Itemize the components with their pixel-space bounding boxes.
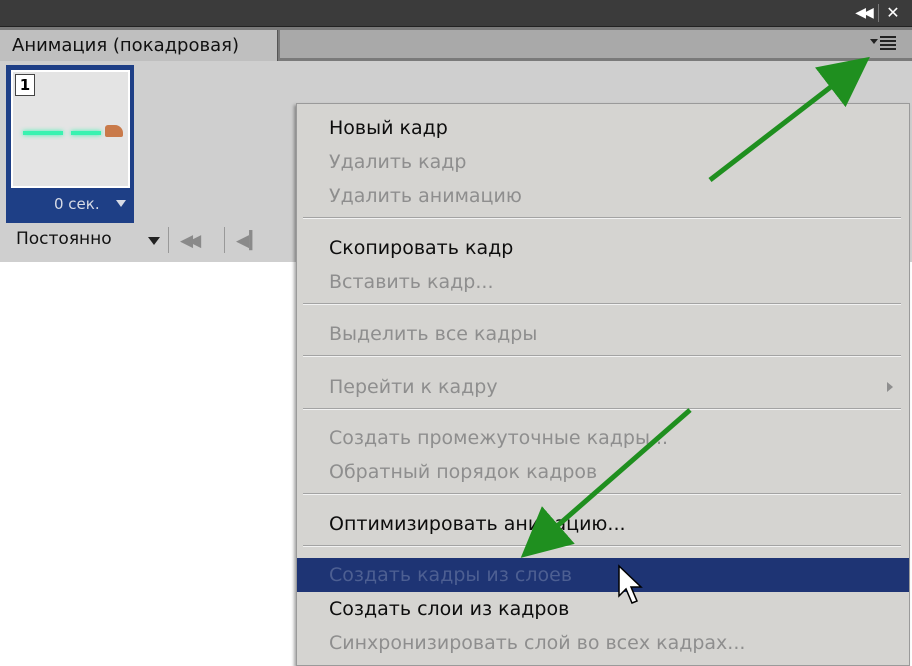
menu-separator <box>303 355 901 357</box>
close-icon[interactable]: ✕ <box>880 3 906 23</box>
chevron-down-icon[interactable] <box>116 200 126 207</box>
panel-context-menu: Новый кадр Удалить кадр Удалить анимацию… <box>296 103 910 666</box>
menu-item-label: Удалить анимацию <box>329 185 522 207</box>
previous-frame-icon[interactable]: ◀▎ <box>236 231 262 251</box>
thumbnail-graphic <box>105 125 123 137</box>
divider <box>224 227 225 253</box>
frame-thumbnail[interactable]: 1 <box>11 70 130 188</box>
menu-item-label: Создать кадры из слоев <box>329 564 573 586</box>
menu-separator <box>303 545 901 547</box>
menu-separator <box>303 493 901 495</box>
menu-item-make-frames-from-layers[interactable]: Создать кадры из слоев <box>297 558 909 592</box>
menu-separator <box>303 217 901 219</box>
menu-item-paste-frame[interactable]: Вставить кадр... <box>297 265 909 299</box>
title-bar-divider <box>878 4 879 22</box>
panel-title-bar: ◀◀ ✕ <box>0 0 912 27</box>
menu-item-new-frame[interactable]: Новый кадр <box>297 111 909 145</box>
menu-item-select-all-frames[interactable]: Выделить все кадры <box>297 317 909 351</box>
menu-item-go-to-frame[interactable]: Перейти к кадру <box>297 370 909 404</box>
menu-item-tween[interactable]: Создать промежуточные кадры... <box>297 421 909 455</box>
menu-item-label: Вставить кадр... <box>329 271 494 293</box>
panel-menu-icon <box>880 36 896 50</box>
panel-tab-row: Анимация (покадровая) <box>0 27 912 61</box>
submenu-arrow-icon <box>887 382 893 392</box>
menu-item-label: Скопировать кадр <box>329 237 514 259</box>
thumbnail-graphic <box>71 131 101 135</box>
tab-label: Анимация (покадровая) <box>12 35 239 56</box>
tab-animation-frames[interactable]: Анимация (покадровая) <box>0 30 278 61</box>
menu-item-optimize-animation[interactable]: Оптимизировать анимацию... <box>297 507 909 541</box>
menu-item-label: Оптимизировать анимацию... <box>329 513 626 535</box>
tab-strip <box>280 30 912 58</box>
thumbnail-graphic <box>23 131 63 135</box>
chevron-down-icon[interactable] <box>148 237 160 245</box>
menu-item-reverse-frames[interactable]: Обратный порядок кадров <box>297 455 909 489</box>
menu-item-label: Новый кадр <box>329 117 448 139</box>
menu-item-label: Удалить кадр <box>329 151 467 173</box>
menu-item-flatten-frames-into-layers[interactable]: Создать слои из кадров <box>297 592 909 626</box>
playback-controls: Постоянно ◀◀ ◀▎ <box>0 225 296 261</box>
menu-item-delete-frame[interactable]: Удалить кадр <box>297 145 909 179</box>
menu-item-label: Создать промежуточные кадры... <box>329 427 669 449</box>
frame-cell[interactable]: 1 0 сек. <box>6 65 134 223</box>
menu-item-label: Обратный порядок кадров <box>329 461 598 483</box>
chevron-down-icon <box>870 39 878 44</box>
menu-item-label: Создать слои из кадров <box>329 598 570 620</box>
loop-options-select[interactable]: Постоянно <box>16 229 112 249</box>
menu-item-label: Перейти к кадру <box>329 376 498 398</box>
first-frame-icon[interactable]: ◀◀ <box>180 231 201 251</box>
menu-item-delete-animation[interactable]: Удалить анимацию <box>297 179 909 213</box>
menu-item-copy-frame[interactable]: Скопировать кадр <box>297 231 909 265</box>
panel-menu-button[interactable] <box>868 31 902 55</box>
frame-delay[interactable]: 0 сек. <box>54 195 100 213</box>
menu-separator <box>303 303 901 305</box>
menu-item-match-layer-across-frames[interactable]: Синхронизировать слой во всех кадрах... <box>297 626 909 660</box>
menu-item-label: Выделить все кадры <box>329 323 538 345</box>
collapse-panels-icon[interactable]: ◀◀ <box>850 3 876 23</box>
frame-number: 1 <box>15 74 35 96</box>
divider <box>168 227 169 253</box>
menu-separator <box>303 408 901 410</box>
menu-item-label: Синхронизировать слой во всех кадрах... <box>329 632 746 654</box>
